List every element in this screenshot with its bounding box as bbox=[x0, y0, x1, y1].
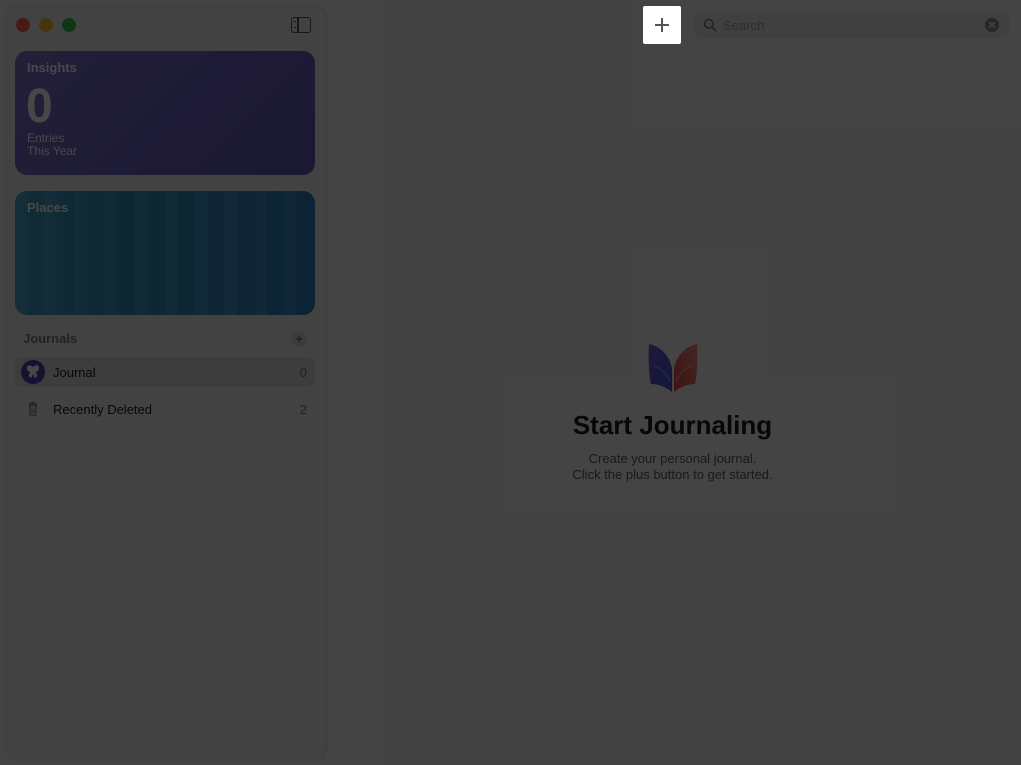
places-card[interactable]: Places bbox=[15, 191, 315, 315]
sidebar-item-journal[interactable]: Journal 0 bbox=[15, 357, 315, 387]
zoom-window-button[interactable] bbox=[62, 18, 76, 32]
insights-label-entries: Entries bbox=[27, 131, 65, 145]
butterfly-icon bbox=[21, 360, 45, 384]
insights-entry-count: 0 bbox=[26, 80, 53, 133]
sidebar-item-count: 0 bbox=[299, 365, 307, 380]
trash-icon bbox=[21, 397, 45, 421]
sidebar-item-label: Recently Deleted bbox=[53, 402, 152, 417]
sidebar-item-count: 2 bbox=[299, 402, 307, 417]
close-window-button[interactable] bbox=[16, 18, 30, 32]
search-field[interactable] bbox=[694, 12, 1009, 38]
add-journal-button[interactable]: + bbox=[291, 331, 307, 347]
journals-section-header: Journals bbox=[23, 331, 78, 346]
empty-state-title: Start Journaling bbox=[572, 410, 773, 440]
minimize-window-button[interactable] bbox=[39, 18, 53, 32]
empty-state-line-2: Click the plus button to get started. bbox=[572, 467, 773, 482]
empty-state-line-1: Create your personal journal. bbox=[588, 451, 757, 466]
clear-search-icon[interactable] bbox=[985, 18, 999, 32]
search-icon bbox=[703, 18, 717, 32]
sidebar: Insights 0 Entries This Year Places Jour… bbox=[5, 5, 325, 760]
journal-window: Insights 0 Entries This Year Places Jour… bbox=[0, 0, 1021, 765]
sidebar-toggle-icon[interactable] bbox=[291, 17, 311, 33]
insights-label-period: This Year bbox=[27, 144, 78, 158]
new-entry-button[interactable] bbox=[643, 6, 681, 44]
sidebar-item-recently-deleted[interactable]: Recently Deleted 2 bbox=[15, 394, 315, 424]
insights-card[interactable]: Insights 0 Entries This Year bbox=[15, 51, 315, 175]
insights-title: Insights bbox=[27, 60, 77, 75]
sidebar-item-label: Journal bbox=[53, 365, 96, 380]
empty-state: Start Journaling Create your personal jo… bbox=[520, 340, 825, 483]
search-input[interactable] bbox=[723, 15, 973, 35]
journal-app-icon bbox=[648, 344, 697, 392]
places-title: Places bbox=[27, 200, 69, 215]
